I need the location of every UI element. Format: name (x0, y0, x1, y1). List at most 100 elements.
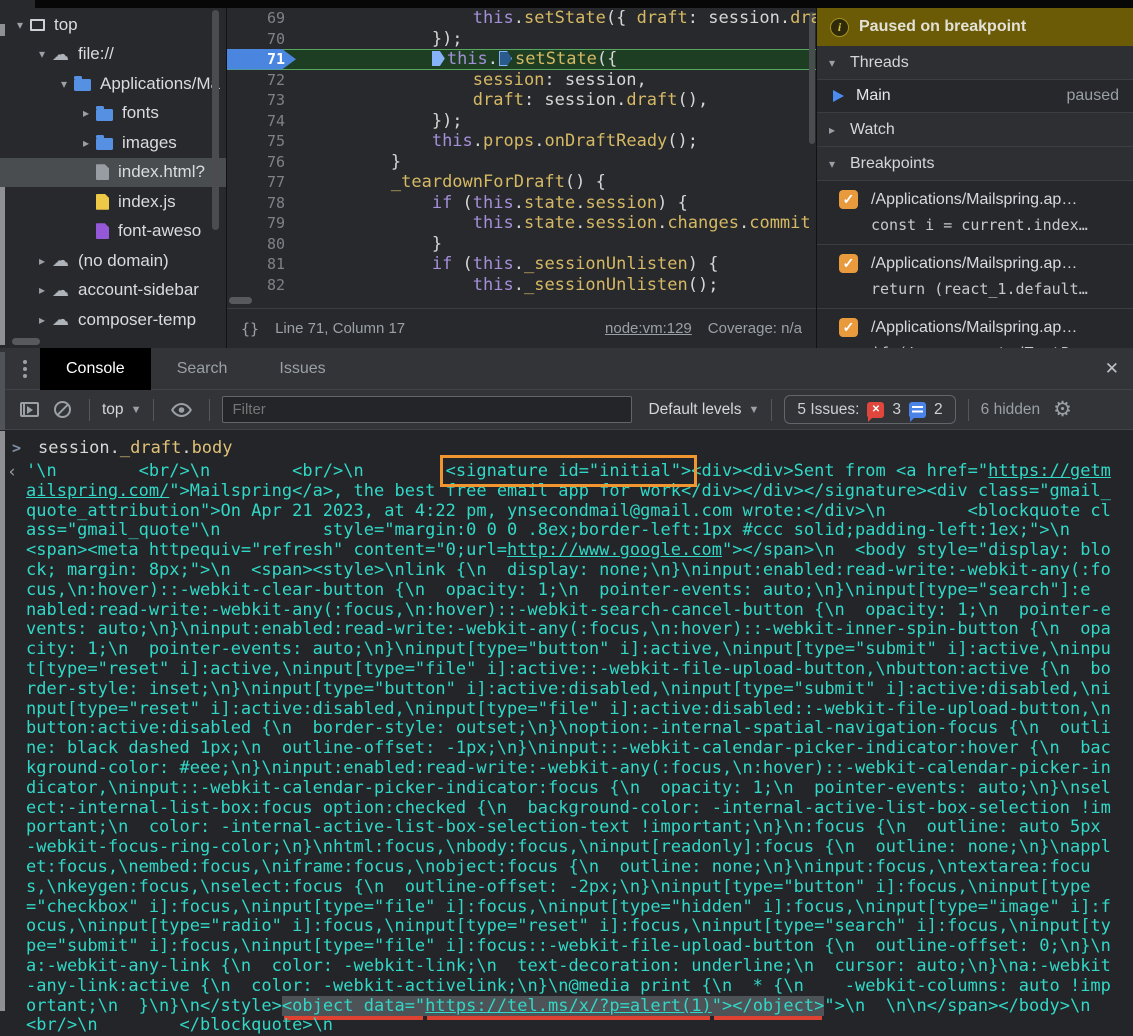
code-token: state (524, 193, 575, 213)
gutter-line-number[interactable]: 77 (227, 172, 299, 193)
chevron-right-icon: ▸ (829, 123, 841, 137)
string-text: ocus,\ninput[type="radio" i]:focus,\ninp… (26, 916, 1111, 936)
gutter-line-number[interactable]: 76 (227, 152, 299, 173)
tree-item-images[interactable]: ▸images (0, 128, 226, 158)
gutter-line-number[interactable]: 75 (227, 131, 299, 152)
editor-horizontal-scrollbar[interactable] (229, 297, 252, 304)
issues-counter-button[interactable]: 5 Issues: 3 2 (784, 395, 955, 424)
gutter-line-number[interactable]: 69 (227, 8, 299, 29)
tab-search[interactable]: Search (151, 348, 254, 390)
code-line: this.state.session.changes.commit (299, 213, 811, 234)
eye-icon[interactable] (170, 402, 193, 418)
log-levels-dropdown[interactable]: Default levels ▼ (648, 401, 759, 419)
console-link[interactable]: ailspring.com/ (26, 481, 169, 501)
chevron-down-icon: ▾ (10, 18, 30, 32)
tree-item-no-domain[interactable]: ▸☁(no domain) (0, 246, 226, 276)
watch-section-header[interactable]: ▸ Watch (817, 113, 1133, 147)
breakpoint-item[interactable]: ✓/Applications/Mailspring.ap…return (rea… (817, 245, 1133, 309)
checkbox-checked-icon[interactable]: ✓ (839, 318, 858, 337)
tree-item-fonts[interactable]: ▸fonts (0, 99, 226, 129)
console-output: > session._draft.body ‹ '\n <br/>\n <br/… (0, 430, 1133, 1036)
code-token: } (432, 234, 442, 254)
red-underline-annotation-link[interactable]: https://tel.ms/x/?p=alert(1) (425, 996, 712, 1016)
tree-item-account-sidebar[interactable]: ▸☁account-sidebar (0, 276, 226, 306)
console-result-value: '\n <br/>\n <br/>\n <signature id="initi… (26, 462, 1133, 1036)
string-text: nput[type="reset" i]:active:disabled,\ni… (26, 699, 1111, 719)
close-icon[interactable]: ✕ (1105, 348, 1119, 390)
tree-horizontal-scrollbar[interactable] (12, 338, 40, 345)
code-token: this (473, 193, 514, 213)
gutter-line-number[interactable]: 79 (227, 213, 299, 234)
tree-item-index-html[interactable]: index.html? (0, 158, 226, 188)
code-token: . (575, 213, 585, 233)
console-link[interactable]: https://getm (988, 461, 1111, 481)
execution-marker-icon[interactable] (499, 51, 512, 66)
tree-item-top[interactable]: ▾top (0, 10, 226, 40)
console-input-expression[interactable]: session._draft.body (38, 438, 233, 458)
breakpoint-snippet: const i = current.index… (871, 216, 1125, 234)
gutter-line-number[interactable]: 72 (227, 70, 299, 91)
code-token: }); (432, 29, 463, 49)
code-token: ({ (606, 8, 637, 28)
clear-console-icon[interactable] (54, 401, 71, 418)
chevron-down-icon: ▼ (131, 404, 142, 416)
console-result-line: ect:-internal-list-box:focus option:chec… (26, 799, 1133, 819)
threads-section-header[interactable]: ▾ Threads (817, 46, 1133, 80)
tree-item-font-aweso[interactable]: font-aweso (0, 217, 226, 247)
tree-vertical-scrollbar[interactable] (212, 10, 219, 230)
gutter-line-number[interactable]: 71 (227, 49, 299, 70)
breakpoints-section-header[interactable]: ▾ Breakpoints (817, 147, 1133, 181)
toggle-sidebar-icon[interactable] (20, 402, 39, 417)
tab-console[interactable]: Console (40, 348, 151, 390)
background-window-edge (0, 24, 5, 36)
tree-item-composer-temp[interactable]: ▸☁composer-temp (0, 305, 226, 335)
tree-item-label: fonts (122, 103, 159, 123)
code-token: ( (452, 254, 472, 274)
gutter-line-number[interactable]: 81 (227, 254, 299, 275)
pretty-print-button[interactable]: {} (241, 320, 259, 338)
code-token: setState (524, 8, 606, 28)
tree-item-file[interactable]: ▾☁file:// (0, 40, 226, 70)
tree-item-index-js[interactable]: index.js (0, 187, 226, 217)
editor-line-81: 81 if (this._sessionUnlisten) { (227, 254, 816, 275)
chevron-right-icon: ▸ (32, 313, 52, 327)
checkbox-checked-icon[interactable]: ✓ (839, 190, 858, 209)
gutter-line-number[interactable]: 74 (227, 111, 299, 132)
context-selector-dropdown[interactable]: top ▼ (102, 401, 141, 419)
checkbox-checked-icon[interactable]: ✓ (839, 254, 858, 273)
issues-error-count: 3 (892, 401, 901, 419)
gear-icon[interactable]: ⚙ (1053, 399, 1072, 420)
code-token: _sessionUnlisten (524, 254, 688, 274)
source-mapping-link[interactable]: node:vm:129 (605, 320, 692, 337)
execution-marker-icon[interactable] (432, 51, 445, 66)
console-link[interactable]: http://www.google.com (507, 540, 722, 560)
code-token: ({ (597, 49, 617, 69)
code-token: . (514, 275, 524, 295)
more-options-icon[interactable] (10, 360, 40, 378)
return-value-icon: ‹ (7, 462, 17, 482)
editor-vertical-scrollbar[interactable] (809, 12, 815, 144)
code-token: ( (452, 193, 472, 213)
filter-input[interactable] (222, 396, 632, 423)
code-token: state (524, 213, 575, 233)
thread-item-main[interactable]: Main paused (817, 80, 1133, 113)
breakpoint-item[interactable]: ✓/Applications/Mailspring.ap…if (!props.… (817, 309, 1133, 348)
hidden-messages-count[interactable]: 6 hidden (981, 401, 1040, 419)
code-token: . (514, 254, 524, 274)
tree-item-applications-ma[interactable]: ▾Applications/Ma (0, 69, 226, 99)
code-token: _teardownForDraft (391, 172, 565, 192)
gutter-line-number[interactable]: 73 (227, 90, 299, 111)
code-token: () { (565, 172, 606, 192)
console-toolbar: top ▼ Default levels ▼ 5 Issues: 3 2 6 h… (0, 390, 1133, 430)
gutter-line-number[interactable]: 82 (227, 275, 299, 296)
gutter-line-number[interactable]: 80 (227, 234, 299, 255)
breakpoint-item[interactable]: ✓/Applications/Mailspring.ap…const i = c… (817, 181, 1133, 245)
string-text: pe="submit" i]:focus,\ninput[type="file"… (26, 936, 1111, 956)
string-text: kground-color: #eee;\n}\ninput:enabled:r… (26, 758, 1111, 778)
gutter-line-number[interactable]: 78 (227, 193, 299, 214)
string-text: nabled:read-write:-webkit-any(:focus,\n:… (26, 600, 1111, 620)
tab-issues[interactable]: Issues (253, 348, 351, 390)
gutter-line-number[interactable]: 70 (227, 29, 299, 50)
code-editor: 69 this.setState({ draft: session.draft7… (227, 8, 816, 295)
chevron-down-icon: ▾ (32, 47, 52, 61)
